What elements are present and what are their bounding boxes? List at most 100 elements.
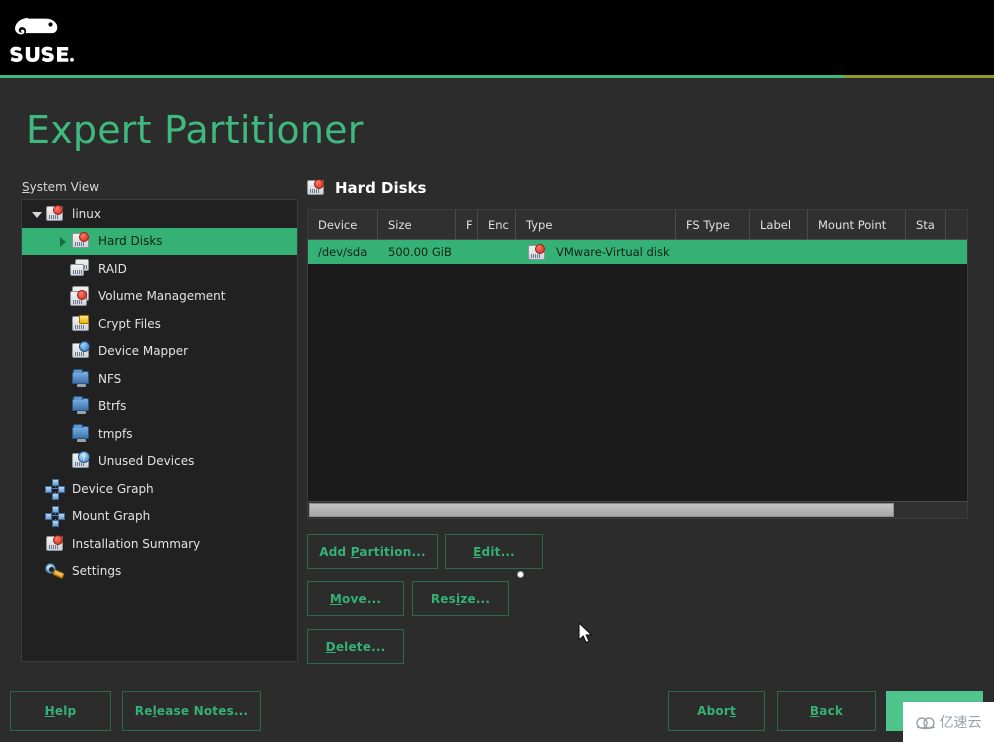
expert-partitioner-window: Expert Partitioner System View linux Hard… bbox=[0, 0, 994, 742]
page-title: Expert Partitioner bbox=[26, 108, 364, 152]
button-label: Help bbox=[44, 704, 77, 718]
sidebar-item-linux[interactable]: linux bbox=[22, 200, 297, 228]
column-header-sta[interactable]: Sta bbox=[906, 210, 946, 239]
chevron-right-icon[interactable] bbox=[56, 234, 70, 248]
delete-button[interactable]: Delete... bbox=[307, 629, 404, 664]
hard-disk-icon bbox=[305, 178, 327, 198]
cell-device: /dev/sda bbox=[308, 245, 378, 259]
sidebar-item-mount-graph[interactable]: Mount Graph bbox=[22, 503, 297, 531]
brand-accent-line-secondary bbox=[844, 75, 994, 78]
abort-button[interactable]: Abort bbox=[668, 691, 765, 731]
sidebar-item-raid[interactable]: RAID bbox=[22, 255, 297, 283]
sidebar-item-label: Settings bbox=[72, 564, 122, 579]
sidebar-item-nfs[interactable]: NFS bbox=[22, 365, 297, 393]
hard-disks-table[interactable]: Device Size F Enc Type FS Type Label Mount Poin… bbox=[307, 209, 968, 519]
table-body[interactable]: /dev/sda 500.00 GiB VMware-Virtual disk bbox=[308, 240, 967, 264]
sidebar-item-device-mapper[interactable]: Device Mapper bbox=[22, 338, 297, 366]
folder-network-icon bbox=[70, 396, 92, 416]
twisty-placeholder bbox=[56, 317, 70, 331]
sidebar-item-btrfs[interactable]: Btrfs bbox=[22, 393, 297, 421]
help-button[interactable]: Help bbox=[10, 691, 111, 731]
system-view-label-rest: ystem View bbox=[29, 180, 100, 194]
sidebar-item-label: Unused Devices bbox=[98, 454, 195, 469]
chevron-down-icon[interactable] bbox=[30, 207, 44, 221]
unused-question-icon: ? bbox=[70, 451, 92, 471]
node-graph-icon bbox=[44, 478, 66, 500]
sidebar-item-volume-management[interactable]: Volume Management bbox=[22, 283, 297, 311]
button-label: Resize... bbox=[430, 591, 491, 606]
crypt-key-icon bbox=[70, 314, 92, 334]
table-row[interactable]: /dev/sda 500.00 GiB VMware-Virtual disk bbox=[308, 240, 967, 264]
release-notes-button[interactable]: Release Notes... bbox=[122, 691, 261, 731]
button-label: Back bbox=[809, 704, 844, 718]
sidebar-item-label: Mount Graph bbox=[72, 509, 151, 524]
raid-disks-icon bbox=[70, 258, 92, 279]
disk-red-badge-icon bbox=[44, 204, 66, 224]
click-artifact-dot bbox=[517, 571, 524, 578]
sidebar-item-label: Volume Management bbox=[98, 289, 226, 304]
twisty-placeholder bbox=[56, 427, 70, 441]
table-header-row: Device Size F Enc Type FS Type Label Mount Poin… bbox=[308, 210, 967, 240]
move-button[interactable]: Move... bbox=[307, 581, 404, 616]
twisty-placeholder bbox=[30, 509, 44, 523]
back-button[interactable]: Back bbox=[777, 691, 876, 731]
summary-red-badge-icon bbox=[44, 534, 66, 554]
sidebar-item-tmpfs[interactable]: tmpfs bbox=[22, 420, 297, 448]
button-label: Delete... bbox=[325, 639, 386, 654]
sidebar-item-label: Crypt Files bbox=[98, 316, 161, 331]
add-partition-button[interactable]: Add Partition... bbox=[307, 534, 438, 569]
twisty-placeholder bbox=[30, 564, 44, 578]
wrench-icon bbox=[44, 561, 66, 581]
sidebar-item-label: Device Mapper bbox=[98, 344, 189, 359]
button-label: Add Partition... bbox=[319, 544, 426, 559]
column-header-f[interactable]: F bbox=[456, 210, 478, 239]
edit-button[interactable]: Edit... bbox=[445, 534, 543, 569]
watermark-overlay: 亿速云 bbox=[903, 702, 994, 742]
cell-type: VMware-Virtual disk bbox=[516, 243, 676, 261]
twisty-placeholder bbox=[56, 399, 70, 413]
column-header-enc[interactable]: Enc bbox=[478, 210, 516, 239]
cloud-logo-icon bbox=[915, 715, 936, 730]
sidebar-item-installation-summary[interactable]: Installation Summary bbox=[22, 530, 297, 558]
sidebar-item-label: Hard Disks bbox=[98, 234, 163, 249]
twisty-placeholder bbox=[30, 537, 44, 551]
brand-header bbox=[0, 0, 994, 78]
column-header-type[interactable]: Type bbox=[516, 210, 676, 239]
cell-text: 500.00 GiB bbox=[388, 245, 452, 259]
sidebar-item-label: RAID bbox=[98, 261, 127, 276]
twisty-placeholder bbox=[56, 454, 70, 468]
sidebar-item-label: tmpfs bbox=[98, 426, 133, 441]
system-view-tree[interactable]: linux Hard Disks RAID Volume Management Cryp… bbox=[21, 199, 298, 662]
sidebar-item-hard-disks[interactable]: Hard Disks bbox=[22, 227, 297, 255]
column-header-mount-point[interactable]: Mount Point bbox=[808, 210, 906, 239]
column-header-device[interactable]: Device bbox=[308, 210, 378, 239]
column-header-label[interactable]: Label bbox=[750, 210, 808, 239]
folder-network-icon bbox=[70, 368, 92, 389]
horizontal-scrollbar[interactable] bbox=[308, 501, 967, 518]
resize-button[interactable]: Resize... bbox=[412, 581, 509, 616]
sidebar-item-unused-devices[interactable]: ? Unused Devices bbox=[22, 448, 297, 476]
sidebar-item-label: linux bbox=[72, 206, 101, 221]
sidebar-item-device-graph[interactable]: Device Graph bbox=[22, 475, 297, 503]
folder-network-icon bbox=[70, 423, 92, 444]
system-view-label: System View bbox=[22, 180, 99, 194]
system-view-mnemonic: S bbox=[22, 180, 30, 194]
sidebar-item-label: NFS bbox=[98, 371, 122, 386]
volume-red-badge-icon bbox=[70, 286, 92, 307]
button-label: Release Notes... bbox=[134, 704, 249, 718]
panel-heading-label: Hard Disks bbox=[335, 179, 427, 197]
column-header-size[interactable]: Size bbox=[378, 210, 456, 239]
sidebar-item-label: Btrfs bbox=[98, 399, 127, 414]
twisty-placeholder bbox=[30, 482, 44, 496]
sidebar-item-settings[interactable]: Settings bbox=[22, 558, 297, 586]
hard-disk-icon bbox=[526, 243, 548, 261]
sidebar-item-crypt-files[interactable]: Crypt Files bbox=[22, 310, 297, 338]
scrollbar-thumb[interactable] bbox=[309, 503, 894, 517]
device-mapper-icon bbox=[70, 341, 92, 361]
column-header-fs-type[interactable]: FS Type bbox=[676, 210, 750, 239]
cell-size: 500.00 GiB bbox=[378, 245, 456, 259]
cell-text: VMware-Virtual disk bbox=[556, 245, 670, 259]
twisty-placeholder bbox=[56, 372, 70, 386]
twisty-placeholder bbox=[56, 262, 70, 276]
twisty-placeholder bbox=[56, 289, 70, 303]
